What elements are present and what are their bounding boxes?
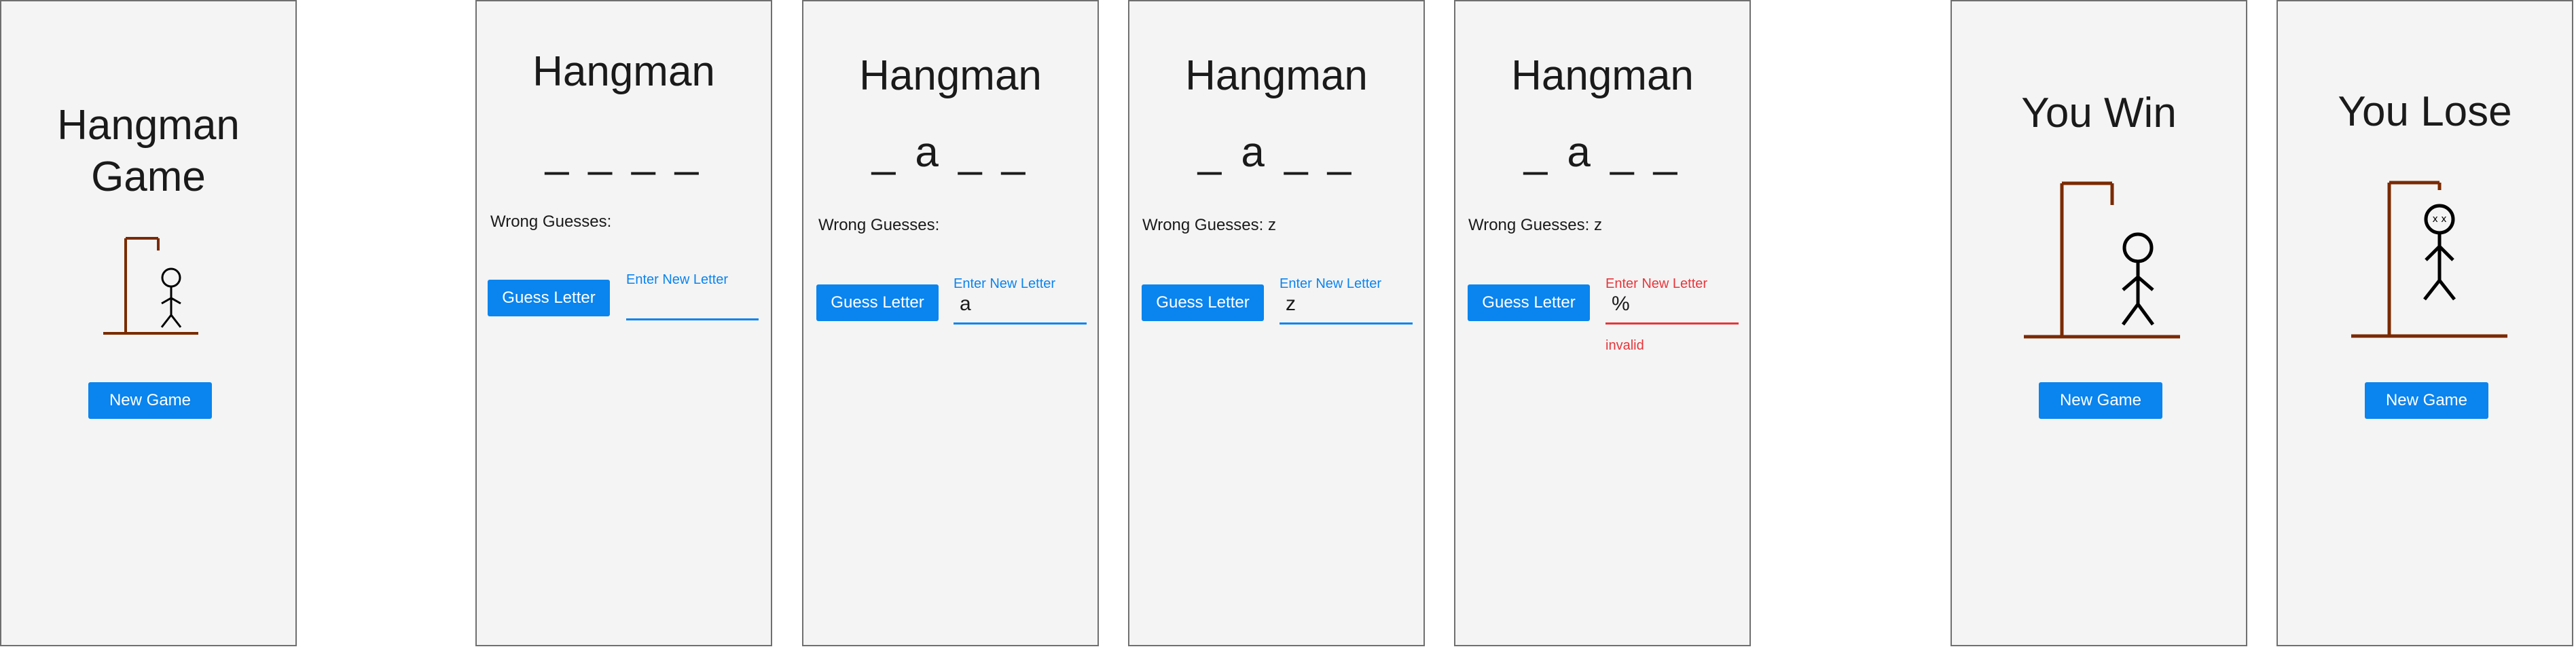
letter-input-label: Enter New Letter bbox=[626, 272, 729, 287]
game-screen-empty: Hangman _ _ _ _ Wrong Guesses: Guess Let… bbox=[475, 0, 772, 646]
guess-letter-button[interactable]: Guess Letter bbox=[488, 280, 610, 316]
letter-input-underline bbox=[1606, 322, 1739, 324]
hangman-drawing-icon bbox=[103, 237, 198, 335]
letter-input-label: Enter New Letter bbox=[1280, 276, 1382, 291]
letter-input-underline bbox=[626, 318, 759, 320]
guess-letter-button[interactable]: Guess Letter bbox=[816, 284, 939, 321]
game-screen-wrong: Hangman _ a _ _ Wrong Guesses: z Guess L… bbox=[1128, 0, 1425, 646]
hangman-drawing-icon bbox=[2024, 181, 2180, 339]
dead-face-icon: x x bbox=[2432, 214, 2446, 225]
input-error-message: invalid bbox=[1606, 338, 1644, 353]
letter-input[interactable]: z bbox=[1286, 293, 1411, 320]
letter-input-label: Enter New Letter bbox=[1606, 276, 1708, 291]
game-title: Hangman bbox=[532, 48, 715, 95]
letter-input[interactable]: % bbox=[1612, 293, 1737, 320]
lose-title: You Lose bbox=[2338, 88, 2512, 135]
start-screen: Hangman Game New Game bbox=[0, 0, 297, 646]
wrong-guesses: Wrong Guesses: bbox=[818, 216, 940, 234]
lose-screen: You Lose x x New Game bbox=[2276, 0, 2573, 646]
game-screen-correct: Hangman _ a _ _ Wrong Guesses: Guess Let… bbox=[802, 0, 1099, 646]
letter-input[interactable]: a bbox=[960, 293, 1085, 320]
letter-input[interactable] bbox=[632, 289, 761, 316]
guess-letter-button[interactable]: Guess Letter bbox=[1142, 284, 1264, 321]
guess-letter-button[interactable]: Guess Letter bbox=[1468, 284, 1590, 321]
hangman-drawing-icon: x x bbox=[2351, 181, 2507, 338]
new-game-button[interactable]: New Game bbox=[88, 382, 212, 419]
start-title-line1: Hangman bbox=[57, 102, 240, 149]
word-display: _ a _ _ bbox=[1523, 129, 1682, 176]
win-screen: You Win New Game bbox=[1951, 0, 2247, 646]
letter-input-underline bbox=[1280, 322, 1413, 324]
start-title-line2: Game bbox=[91, 153, 206, 200]
game-screen-invalid: Hangman _ a _ _ Wrong Guesses: z Guess L… bbox=[1454, 0, 1751, 646]
win-title: You Win bbox=[2021, 90, 2177, 136]
new-game-button[interactable]: New Game bbox=[2039, 382, 2162, 419]
wrong-guesses: Wrong Guesses: z bbox=[1142, 216, 1276, 234]
wrong-guesses: Wrong Guesses: z bbox=[1468, 216, 1602, 234]
word-display: _ a _ _ bbox=[1197, 129, 1356, 176]
game-title: Hangman bbox=[1185, 52, 1368, 99]
letter-input-underline bbox=[954, 322, 1087, 324]
game-title: Hangman bbox=[859, 52, 1042, 99]
word-display: _ a _ _ bbox=[871, 129, 1030, 176]
game-title: Hangman bbox=[1511, 52, 1694, 99]
word-display: _ _ _ _ bbox=[545, 129, 703, 176]
letter-input-label: Enter New Letter bbox=[954, 276, 1056, 291]
wrong-guesses: Wrong Guesses: bbox=[490, 212, 612, 231]
new-game-button[interactable]: New Game bbox=[2365, 382, 2488, 419]
